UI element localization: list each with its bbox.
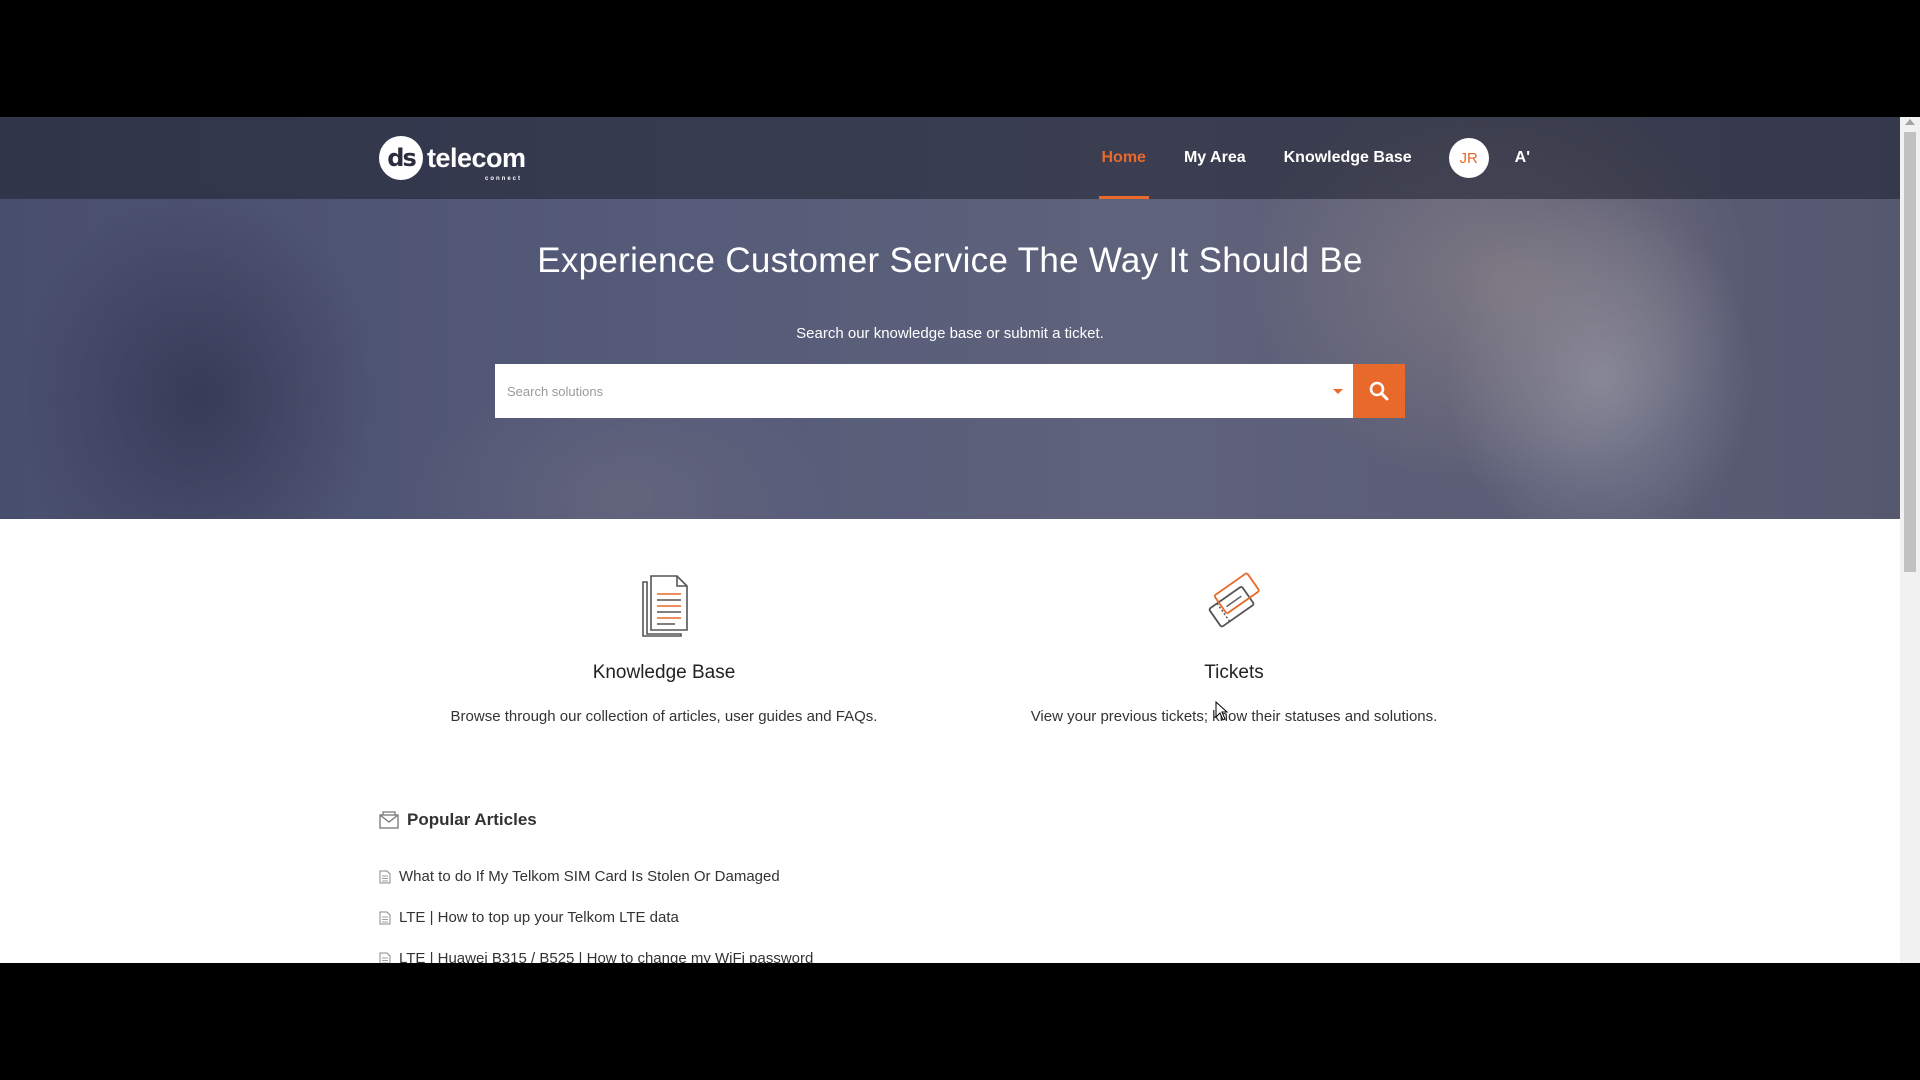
feature-tickets[interactable]: Tickets View your previous tickets; know…	[954, 572, 1514, 725]
file-icon	[379, 870, 391, 883]
list-item[interactable]: LTE | How to top up your Telkom LTE data	[379, 897, 813, 938]
list-item[interactable]: What to do If My Telkom SIM Card Is Stol…	[379, 856, 813, 897]
scroll-thumb[interactable]	[1904, 132, 1916, 572]
search-bar	[495, 364, 1405, 418]
search-icon	[1369, 381, 1389, 401]
font-size-toggle[interactable]: A'	[1515, 149, 1530, 167]
feature-description: View your previous tickets; know their s…	[1030, 708, 1438, 725]
file-icon	[379, 911, 391, 924]
brand-logo[interactable]: ds telecom connect	[379, 133, 526, 183]
search-input[interactable]	[495, 364, 1353, 418]
search-button[interactable]	[1353, 364, 1405, 418]
top-navigation-bar	[0, 117, 1900, 199]
hero-section: ds telecom connect Home My Area Knowledg…	[0, 117, 1900, 519]
logo-mark: ds	[379, 136, 423, 180]
feature-knowledge-base[interactable]: Knowledge Base Browse through our collec…	[384, 572, 944, 725]
mouse-cursor-icon	[1215, 701, 1229, 721]
article-link[interactable]: LTE | Huawei B315 / B525 | How to change…	[399, 950, 813, 963]
article-link[interactable]: What to do If My Telkom SIM Card Is Stol…	[399, 868, 780, 885]
popular-articles-section: Popular Articles What to do If My Telkom…	[379, 810, 813, 963]
envelope-icon	[379, 811, 399, 829]
file-icon	[379, 952, 391, 963]
document-icon	[642, 575, 688, 637]
hero-title: Experience Customer Service The Way It S…	[537, 241, 1363, 280]
feature-title: Knowledge Base	[592, 662, 736, 683]
scroll-up-arrow-icon[interactable]	[1905, 119, 1915, 125]
user-avatar[interactable]: JR	[1448, 138, 1489, 178]
nav-knowledge-base[interactable]: Knowledge Base	[1265, 117, 1431, 199]
popular-articles-title: Popular Articles	[407, 810, 537, 829]
vertical-scrollbar[interactable]	[1900, 117, 1920, 963]
logo-text: telecom connect	[427, 142, 526, 182]
feature-description: Browse through our collection of article…	[450, 708, 878, 725]
popular-articles-heading: Popular Articles	[379, 810, 813, 830]
list-item[interactable]: LTE | Huawei B315 / B525 | How to change…	[379, 938, 813, 963]
nav-home[interactable]: Home	[1083, 117, 1165, 199]
article-link[interactable]: LTE | How to top up your Telkom LTE data	[399, 909, 679, 926]
search-dropdown-caret-icon[interactable]	[1333, 389, 1343, 394]
browser-viewport: ds telecom connect Home My Area Knowledg…	[0, 117, 1920, 963]
hero-subtitle: Search our knowledge base or submit a ti…	[796, 325, 1104, 342]
ticket-icon	[1208, 572, 1260, 628]
main-nav: Home My Area Knowledge Base JR A'	[1083, 117, 1530, 199]
logo-tagline: connect	[485, 175, 523, 182]
article-list: What to do If My Telkom SIM Card Is Stol…	[379, 856, 813, 963]
nav-my-area[interactable]: My Area	[1165, 117, 1265, 199]
feature-title: Tickets	[1204, 662, 1264, 683]
logo-wordmark: telecom	[427, 142, 526, 173]
